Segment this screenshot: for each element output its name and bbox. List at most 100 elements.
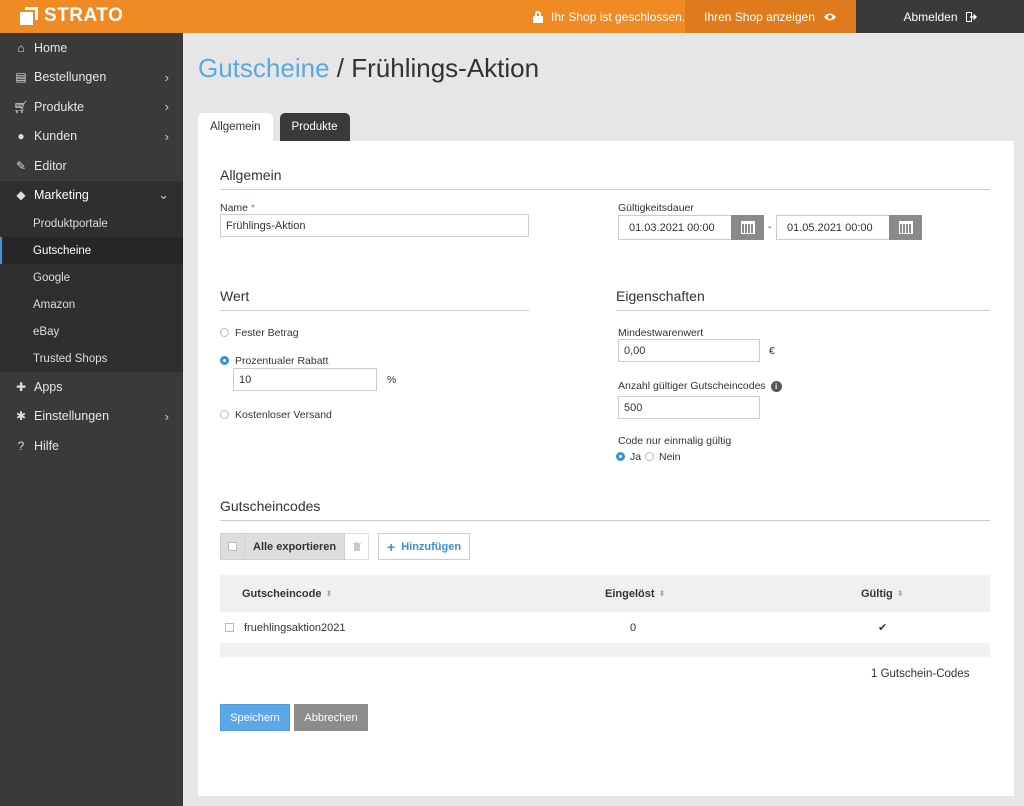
radio-fixed-amount-label: Fester Betrag bbox=[235, 327, 299, 339]
save-button[interactable]: Speichern bbox=[220, 704, 290, 731]
trash-icon bbox=[352, 542, 361, 551]
validity-label: Gültigkeitsdauer bbox=[618, 202, 694, 214]
sidebar-item-label: Einstellungen bbox=[34, 409, 110, 424]
radio-percentage-label: Prozentualer Rabatt bbox=[235, 355, 329, 367]
tag-icon: ◆ bbox=[16, 188, 26, 203]
column-header-label: Gültig bbox=[861, 587, 893, 600]
sidebar-item-home[interactable]: ⌂ Home bbox=[0, 33, 183, 63]
export-all-button[interactable]: Alle exportieren bbox=[245, 533, 346, 560]
chevron-right-icon: › bbox=[164, 408, 169, 424]
shop-status-text: Ihr Shop ist geschlossen. bbox=[551, 9, 686, 24]
codes-count-label-text: Anzahl gültiger Gutscheincodes bbox=[618, 380, 766, 392]
name-label-text: Name bbox=[220, 202, 249, 214]
date-to-input[interactable]: 01.05.2021 00:00 bbox=[776, 215, 890, 240]
sidebar-item-label: Editor bbox=[34, 158, 67, 173]
sidebar-item-help[interactable]: ? Hilfe bbox=[0, 431, 183, 461]
logout-label: Abmelden bbox=[903, 9, 958, 24]
sidebar-item-apps[interactable]: ✚ Apps bbox=[0, 372, 183, 402]
sidebar-item-label: Hilfe bbox=[34, 438, 60, 453]
sidebar-subitem-produktportale[interactable]: Produktportale bbox=[0, 210, 183, 237]
table-header: Gutscheincode ⬍ Eingelöst ⬍ Gültig ⬍ bbox=[220, 575, 990, 612]
tab-bar: Allgemein Produkte bbox=[198, 113, 350, 141]
breadcrumb-gutscheine[interactable]: Gutscheine bbox=[198, 53, 330, 83]
date-to-calendar-button[interactable] bbox=[889, 215, 922, 240]
radio-once-no[interactable] bbox=[645, 452, 654, 461]
orders-icon: ▤ bbox=[15, 70, 27, 85]
sidebar-subitem-google[interactable]: Google bbox=[0, 264, 183, 291]
chevron-right-icon: › bbox=[164, 99, 169, 115]
name-input[interactable]: Frühlings-Aktion bbox=[220, 214, 529, 237]
section-title-wert: Wert bbox=[220, 288, 529, 311]
chevron-right-icon: › bbox=[164, 128, 169, 144]
eye-icon bbox=[823, 13, 836, 20]
select-all-checkbox[interactable] bbox=[220, 533, 245, 560]
sidebar-item-marketing[interactable]: ◆ Marketing ⌄ bbox=[0, 180, 183, 210]
row-checkbox[interactable] bbox=[225, 623, 234, 632]
table-row: fruehlingsaktion2021 0 ✔ bbox=[220, 612, 990, 643]
column-header-label: Gutscheincode bbox=[242, 587, 322, 600]
name-label: Name * bbox=[220, 202, 255, 214]
tab-allgemein[interactable]: Allgemein bbox=[198, 113, 273, 141]
sidebar-item-editor[interactable]: ✎ Editor bbox=[0, 151, 183, 181]
radio-once-yes[interactable] bbox=[616, 452, 625, 461]
tab-produkte[interactable]: Produkte bbox=[279, 113, 350, 141]
section-title-gutscheincodes: Gutscheincodes bbox=[220, 498, 990, 521]
radio-fixed-amount[interactable] bbox=[220, 328, 229, 337]
add-code-label: Hinzufügen bbox=[401, 540, 462, 553]
calendar-icon bbox=[898, 221, 913, 234]
codes-count-text: 1 Gutschein-Codes bbox=[871, 668, 970, 680]
column-header-label: Eingelöst bbox=[605, 587, 655, 600]
checkmark-icon: ✔ bbox=[878, 622, 888, 634]
cart-icon: 🛒︎ bbox=[13, 99, 29, 114]
calendar-icon bbox=[740, 221, 755, 234]
radio-once-yes-label: Ja bbox=[630, 451, 642, 463]
puzzle-icon: ✚ bbox=[15, 379, 27, 394]
sidebar-subitem-gutscheine[interactable]: Gutscheine bbox=[0, 237, 183, 264]
gear-icon: ✱ bbox=[15, 409, 27, 424]
cell-code: fruehlingsaktion2021 bbox=[244, 621, 346, 634]
min-value-label: Mindestwarenwert bbox=[618, 327, 704, 339]
codes-count-input[interactable]: 500 bbox=[618, 396, 760, 419]
add-code-button[interactable]: + Hinzufügen bbox=[378, 533, 471, 560]
export-group: Alle exportieren bbox=[220, 533, 370, 560]
strato-logo[interactable]: STRATO bbox=[20, 4, 123, 28]
sidebar-item-label: Home bbox=[34, 40, 68, 55]
sidebar-item-label: Apps bbox=[34, 379, 63, 394]
section-title-eigenschaften: Eigenschaften bbox=[616, 288, 990, 311]
info-icon[interactable]: i bbox=[770, 380, 782, 392]
column-header-valid[interactable]: Gültig ⬍ bbox=[861, 575, 903, 612]
date-from-calendar-button[interactable] bbox=[731, 215, 764, 240]
sidebar-item-orders[interactable]: ▤ Bestellungen › bbox=[0, 63, 183, 93]
users-icon: ● bbox=[17, 129, 25, 144]
min-value-input[interactable]: 0,00 bbox=[618, 339, 760, 362]
shop-status: Ihr Shop ist geschlossen. bbox=[533, 0, 685, 33]
sort-icon: ⬍ bbox=[325, 589, 333, 598]
radio-percentage[interactable] bbox=[220, 356, 229, 365]
radio-free-shipping[interactable] bbox=[220, 410, 229, 419]
percent-input[interactable]: 10 bbox=[233, 368, 377, 391]
home-icon: ⌂ bbox=[17, 40, 25, 55]
pencil-icon: ✎ bbox=[15, 158, 27, 173]
sidebar-item-label: Kunden bbox=[34, 129, 78, 144]
sidebar-subitem-amazon[interactable]: Amazon bbox=[0, 291, 183, 318]
column-header-code[interactable]: Gutscheincode ⬍ bbox=[242, 575, 332, 612]
date-from-input[interactable]: 01.03.2021 00:00 bbox=[618, 215, 732, 240]
cell-redeemed: 0 bbox=[630, 621, 637, 634]
breadcrumb-separator: / bbox=[336, 53, 344, 83]
sidebar-subitem-trusted-shops[interactable]: Trusted Shops bbox=[0, 345, 183, 372]
sidebar-item-settings[interactable]: ✱ Einstellungen › bbox=[0, 402, 183, 432]
sidebar-subitem-ebay[interactable]: eBay bbox=[0, 318, 183, 345]
sidebar-item-customers[interactable]: ● Kunden › bbox=[0, 122, 183, 152]
sidebar-item-products[interactable]: 🛒︎ Produkte › bbox=[0, 92, 183, 122]
chevron-right-icon: › bbox=[164, 69, 169, 85]
delete-button[interactable] bbox=[345, 533, 370, 560]
logo-mark-icon bbox=[20, 7, 38, 25]
page-title: Gutscheine / Frühlings-Aktion bbox=[198, 53, 539, 84]
main-content: Gutscheine / Frühlings-Aktion Allgemein … bbox=[183, 33, 1024, 806]
cancel-button[interactable]: Abbrechen bbox=[294, 704, 368, 731]
show-shop-button[interactable]: Ihren Shop anzeigen bbox=[685, 0, 856, 33]
form-panel: Allgemein Name * Frühlings-Aktion Gültig… bbox=[198, 141, 1014, 796]
logout-button[interactable]: Abmelden bbox=[856, 0, 1024, 33]
currency-label: € bbox=[769, 345, 775, 357]
column-header-redeemed[interactable]: Eingelöst ⬍ bbox=[605, 575, 665, 612]
